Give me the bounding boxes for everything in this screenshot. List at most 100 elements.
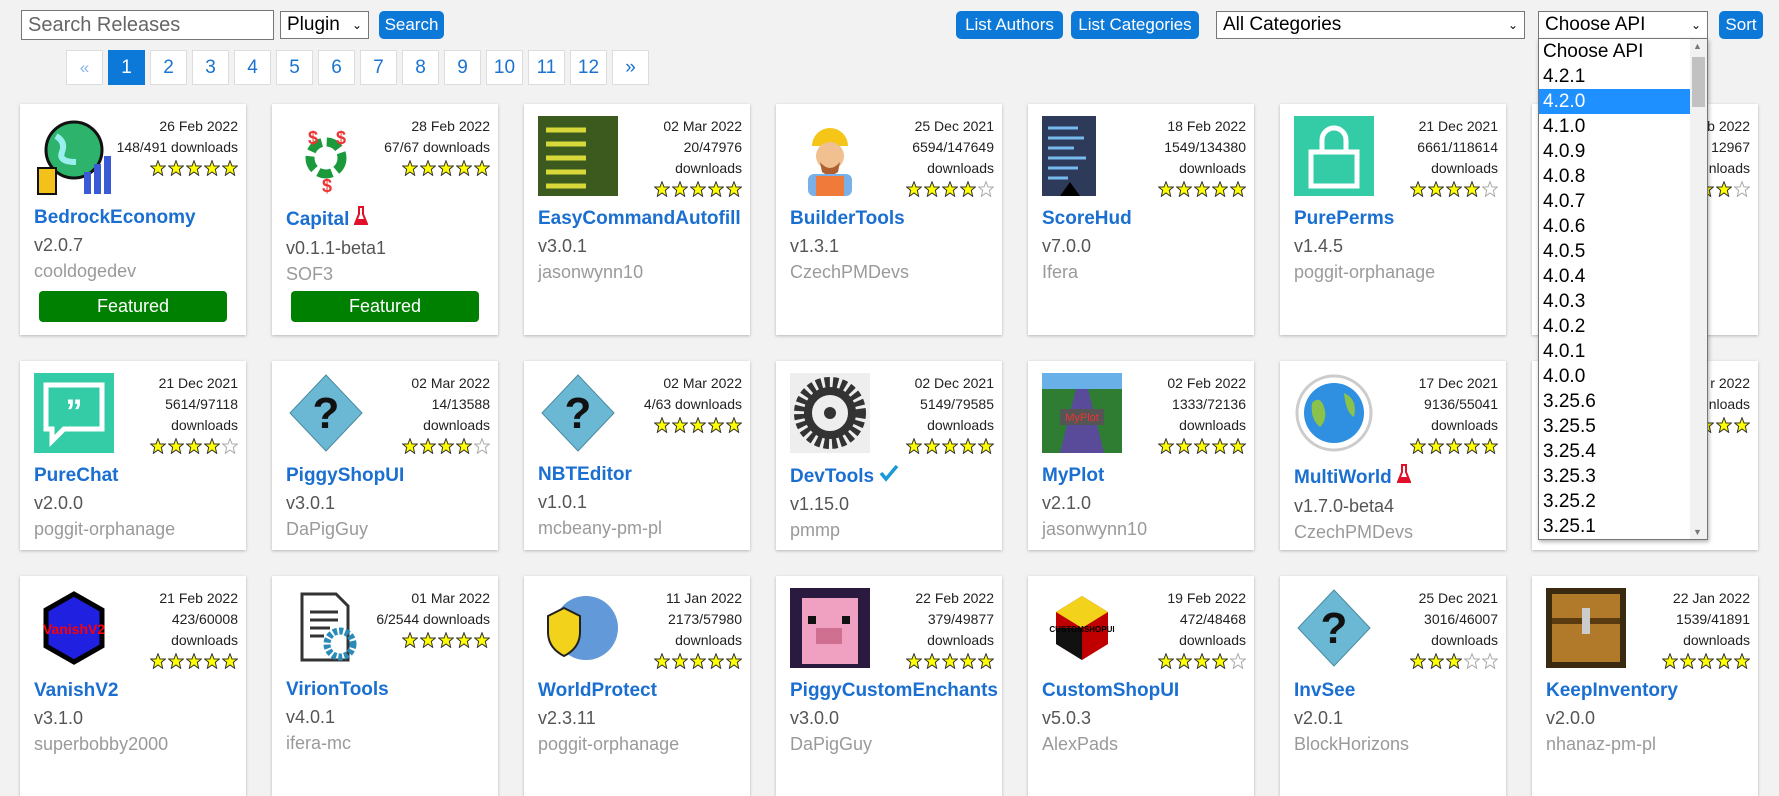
plugin-name-link[interactable]: ScoreHud xyxy=(1042,207,1246,231)
plugin-name-link[interactable]: InvSee xyxy=(1294,679,1498,703)
plugin-name-link[interactable]: EasyCommandAutofill xyxy=(538,207,742,231)
list-authors-button[interactable]: List Authors xyxy=(956,11,1063,39)
builder-avatar-icon[interactable] xyxy=(790,116,870,196)
plugin-card[interactable]: ? 02 Mar 2022 4/63 downloads NBTEditor v1.0.… xyxy=(524,361,750,550)
list-categories-button[interactable]: List Categories xyxy=(1071,11,1199,39)
page-1-button[interactable]: 1 xyxy=(108,50,145,85)
plugin-name[interactable]: PiggyShopUI xyxy=(286,464,404,488)
plugin-name-link[interactable]: BedrockEconomy xyxy=(34,206,238,230)
plugin-author[interactable]: DaPigGuy xyxy=(286,516,490,542)
plugin-name-link[interactable]: PiggyShopUI xyxy=(286,464,490,488)
plugin-card[interactable]: 21 Dec 2021 6661/118614 downloads PurePerms… xyxy=(1280,104,1506,335)
dropdown-scrollbar[interactable]: ▲ ▼ xyxy=(1690,39,1707,539)
api-option[interactable]: 4.0.4 xyxy=(1539,264,1690,289)
sort-button[interactable]: Sort xyxy=(1719,11,1763,39)
api-option[interactable]: 4.0.7 xyxy=(1539,189,1690,214)
plugin-card[interactable]: 11 Jan 2022 2173/57980 downloads WorldProte… xyxy=(524,576,750,796)
api-option[interactable]: 3.25.2 xyxy=(1539,489,1690,514)
plugin-card[interactable]: 02 Mar 2022 20/47976 downloads EasyCommand… xyxy=(524,104,750,335)
api-option[interactable]: 4.2.1 xyxy=(1539,64,1690,89)
recycle-dollar-icon[interactable]: $ $ $ xyxy=(286,116,366,196)
plugin-author[interactable]: jasonwynn10 xyxy=(538,259,742,285)
plugin-card[interactable]: 25 Dec 2021 6594/147649 downloads BuilderTo… xyxy=(776,104,1002,335)
plugin-author[interactable]: BlockHorizons xyxy=(1294,731,1498,757)
plugin-card[interactable]: VanishV2 21 Feb 2022 423/60008 downloads Van… xyxy=(20,576,246,796)
plugin-card[interactable]: 22 Feb 2022 379/49877 downloads PiggyCustom… xyxy=(776,576,1002,796)
plugin-author[interactable]: nhanaz-pm-pl xyxy=(1546,731,1750,757)
plugin-name[interactable]: PurePerms xyxy=(1294,207,1394,231)
plugin-name-link[interactable]: VirionTools xyxy=(286,678,490,702)
category-select[interactable]: All Categories ⌄ xyxy=(1216,11,1525,39)
page-prev-button[interactable]: « xyxy=(66,50,103,85)
type-select[interactable]: Plugin ⌄ xyxy=(280,11,369,39)
api-option[interactable]: 3.25.3 xyxy=(1539,464,1690,489)
plugin-card[interactable]: 18 Feb 2022 1549/134380 downloads ScoreHud v… xyxy=(1028,104,1254,335)
plugin-card[interactable]: ? 02 Mar 2022 14/13588 downloads PiggyShopU… xyxy=(272,361,498,550)
page-5-button[interactable]: 5 xyxy=(276,50,313,85)
chest-icon[interactable] xyxy=(1546,588,1626,668)
question-diamond-icon[interactable]: ? xyxy=(1294,588,1374,668)
document-gear-icon[interactable] xyxy=(286,588,366,668)
plugin-name[interactable]: KeepInventory xyxy=(1546,679,1678,703)
api-option[interactable]: 4.0.2 xyxy=(1539,314,1690,339)
page-8-button[interactable]: 8 xyxy=(402,50,439,85)
plugin-card[interactable]: CUSTOMSHOPUI 19 Feb 2022 472/48468 download… xyxy=(1028,576,1254,796)
scroll-down-arrow-icon[interactable]: ▼ xyxy=(1693,527,1702,537)
plugin-name[interactable]: MyPlot xyxy=(1042,464,1104,488)
command-list-icon[interactable] xyxy=(538,116,618,196)
api-select[interactable]: Choose API ⌄ xyxy=(1538,11,1708,39)
earth-icon[interactable] xyxy=(1294,373,1374,453)
plugin-name[interactable]: InvSee xyxy=(1294,679,1355,703)
plugin-card[interactable]: ? 25 Dec 2021 3016/46007 downloads InvSee v2.… xyxy=(1280,576,1506,796)
api-option[interactable]: 4.0.8 xyxy=(1539,164,1690,189)
plugin-name[interactable]: BuilderTools xyxy=(790,207,905,231)
gear-icon[interactable] xyxy=(790,373,870,453)
globe-shield-icon[interactable] xyxy=(538,588,618,668)
hexagon-logo-icon[interactable]: CUSTOMSHOPUI xyxy=(1042,588,1122,668)
api-option[interactable]: 4.0.1 xyxy=(1539,339,1690,364)
plugin-name-link[interactable]: NBTEditor xyxy=(538,463,742,487)
page-12-button[interactable]: 12 xyxy=(570,50,607,85)
pig-icon[interactable] xyxy=(790,588,870,668)
plugin-author[interactable]: CzechPMDevs xyxy=(790,259,994,285)
page-next-button[interactable]: » xyxy=(612,50,649,85)
plugin-name-link[interactable]: CustomShopUI xyxy=(1042,679,1246,703)
page-10-button[interactable]: 10 xyxy=(486,50,523,85)
plugin-author[interactable]: CzechPMDevs xyxy=(1294,519,1498,545)
plugin-name[interactable]: BedrockEconomy xyxy=(34,206,196,230)
plugin-author[interactable]: ifera-mc xyxy=(286,730,490,756)
plugin-card[interactable]: 17 Dec 2021 9136/55041 downloads MultiWorld… xyxy=(1280,361,1506,550)
plugin-name[interactable]: Capital xyxy=(286,208,349,232)
api-dropdown-list[interactable]: Choose API 4.2.1 4.2.0 4.1.0 4.0.9 4.0.8 4.0.7… xyxy=(1538,38,1708,540)
plugin-author[interactable]: cooldogedev xyxy=(34,258,238,284)
scoreboard-icon[interactable] xyxy=(1042,116,1122,196)
globe-coins-chart-icon[interactable] xyxy=(34,116,114,196)
plugin-name-link[interactable]: VanishV2 xyxy=(34,679,238,703)
plugin-card[interactable]: MyPlot 02 Feb 2022 1333/72136 downloads MyPl… xyxy=(1028,361,1254,550)
plugin-author[interactable]: poggit-orphanage xyxy=(1294,259,1498,285)
plugin-name[interactable]: VirionTools xyxy=(286,678,389,702)
page-7-button[interactable]: 7 xyxy=(360,50,397,85)
plugin-card[interactable]: ” 21 Dec 2021 5614/97118 downloads PureChat v… xyxy=(20,361,246,550)
api-option[interactable]: 4.0.3 xyxy=(1539,289,1690,314)
plugin-author[interactable]: mcbeany-pm-pl xyxy=(538,515,742,541)
plugin-name-link[interactable]: MultiWorld xyxy=(1294,464,1498,491)
plugin-name[interactable]: DevTools xyxy=(790,465,874,489)
api-option[interactable]: 3.25.5 xyxy=(1539,414,1690,439)
plugin-author[interactable]: AlexPads xyxy=(1042,731,1246,757)
plugin-name-link[interactable]: PiggyCustomEnchants xyxy=(790,679,998,703)
plugin-name[interactable]: MultiWorld xyxy=(1294,466,1392,490)
plugin-card[interactable]: 26 Feb 2022 148/491 downloads BedrockEcono… xyxy=(20,104,246,335)
plugin-name[interactable]: WorldProtect xyxy=(538,679,657,703)
plugin-card[interactable]: 01 Mar 2022 6/2544 downloads VirionTools v4… xyxy=(272,576,498,796)
plugin-name[interactable]: VanishV2 xyxy=(34,679,119,703)
plugin-author[interactable]: pmmp xyxy=(790,517,994,543)
plugin-name-link[interactable]: KeepInventory xyxy=(1546,679,1750,703)
plugin-name-link[interactable]: MyPlot xyxy=(1042,464,1246,488)
plugin-author[interactable]: poggit-orphanage xyxy=(34,516,238,542)
page-6-button[interactable]: 6 xyxy=(318,50,355,85)
api-option[interactable]: 3.25.6 xyxy=(1539,389,1690,414)
plugin-author[interactable]: DaPigGuy xyxy=(790,731,994,757)
padlock-icon[interactable] xyxy=(1294,116,1374,196)
page-3-button[interactable]: 3 xyxy=(192,50,229,85)
